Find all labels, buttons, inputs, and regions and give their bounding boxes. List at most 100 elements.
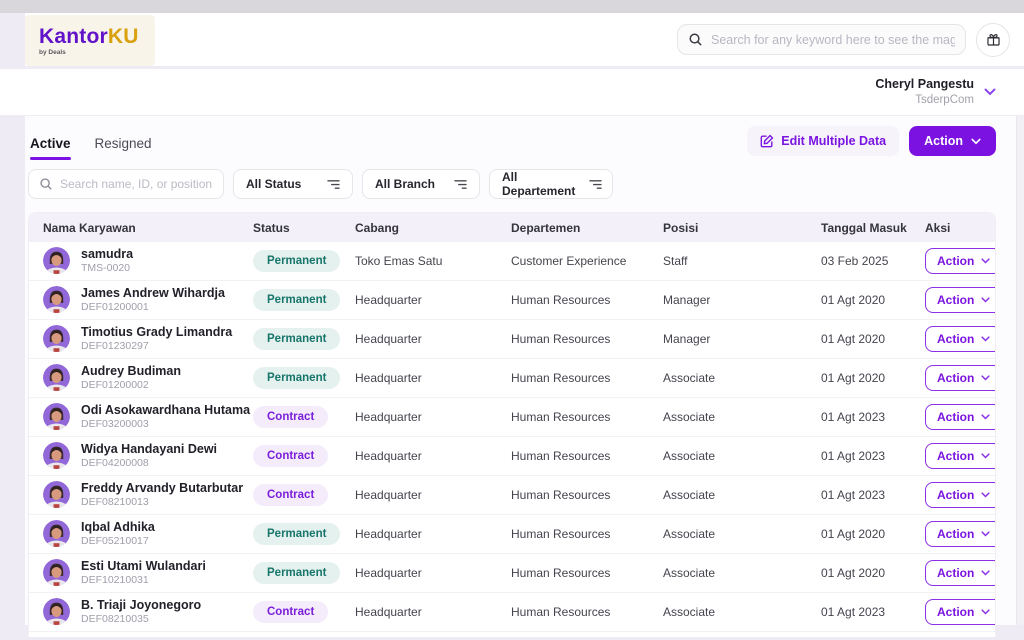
- brand-logo[interactable]: KantorKU by Deals: [25, 15, 155, 66]
- position-cell: Associate: [661, 410, 819, 424]
- table-search[interactable]: [28, 169, 224, 199]
- department-cell: Human Resources: [509, 527, 661, 541]
- chevron-down-icon: [981, 414, 990, 420]
- filter-row: All Status All Branch All Departement: [25, 160, 1024, 199]
- global-search[interactable]: [677, 24, 966, 55]
- row-action-label: Action: [937, 527, 974, 541]
- table-row: Esti Utami Wulandari DEF10210031 Permane…: [29, 554, 995, 593]
- branch-cell: Headquarter: [353, 527, 509, 541]
- join-date-cell: 01 Agt 2023: [819, 605, 923, 619]
- join-date-cell: 01 Agt 2023: [819, 410, 923, 424]
- employee-avatar: [43, 520, 70, 547]
- row-action-button[interactable]: Action: [925, 404, 996, 430]
- join-date-cell: 01 Agt 2023: [819, 488, 923, 502]
- employee-avatar: [43, 559, 70, 586]
- status-badge: Contract: [253, 445, 328, 467]
- department-cell: Human Resources: [509, 488, 661, 502]
- row-action-button[interactable]: Action: [925, 560, 996, 586]
- department-cell: Human Resources: [509, 605, 661, 619]
- row-action-label: Action: [937, 293, 974, 307]
- row-action-label: Action: [937, 410, 974, 424]
- table-body: samudra TMS-0020 Permanent Toko Emas Sat…: [29, 242, 995, 632]
- status-filter-dropdown[interactable]: All Status: [233, 169, 353, 199]
- row-action-button[interactable]: Action: [925, 365, 996, 391]
- table-row: Timotius Grady Limandra DEF01230297 Perm…: [29, 320, 995, 359]
- main-content: Active Resigned Edit Multiple Data Actio…: [25, 116, 1024, 625]
- branch-cell: Headquarter: [353, 293, 509, 307]
- employee-avatar: [43, 598, 70, 625]
- employee-id: DEF04200008: [81, 457, 217, 471]
- employee-id: DEF01200002: [81, 379, 181, 393]
- table-row: Iqbal Adhika DEF05210017 Permanent Headq…: [29, 515, 995, 554]
- table-row-partial: [29, 632, 995, 637]
- employee-id: TMS-0020: [81, 262, 133, 276]
- row-action-button[interactable]: Action: [925, 599, 996, 625]
- table-search-input[interactable]: [60, 177, 215, 191]
- row-action-label: Action: [937, 566, 974, 580]
- filter-lines-icon: [454, 179, 467, 190]
- department-cell: Human Resources: [509, 332, 661, 346]
- employee-name: Timotius Grady Limandra: [81, 325, 232, 340]
- profile-menu[interactable]: Cheryl Pangestu TsderpCom: [875, 77, 996, 107]
- status-badge: Permanent: [253, 562, 340, 584]
- employee-id: DEF08210035: [81, 613, 201, 627]
- status-badge: Permanent: [253, 289, 340, 311]
- table-row: samudra TMS-0020 Permanent Toko Emas Sat…: [29, 242, 995, 281]
- table-row: Odi Asokawardhana Hutama DEF03200003 Con…: [29, 398, 995, 437]
- position-cell: Associate: [661, 371, 819, 385]
- status-badge: Permanent: [253, 328, 340, 350]
- row-action-button[interactable]: Action: [925, 443, 996, 469]
- employee-name: James Andrew Wihardja: [81, 286, 225, 301]
- global-search-input[interactable]: [711, 33, 955, 47]
- position-cell: Staff: [661, 254, 819, 268]
- employee-name: Esti Utami Wulandari: [81, 559, 206, 574]
- brand-tagline: by Deals: [39, 49, 139, 56]
- row-action-label: Action: [937, 605, 974, 619]
- chevron-down-icon: [981, 336, 990, 342]
- row-action-button[interactable]: Action: [925, 521, 996, 547]
- row-action-button[interactable]: Action: [925, 326, 996, 352]
- employee-id: DEF03200003: [81, 418, 250, 432]
- table-header-row: Nama Karyawan Status Cabang Departemen P…: [29, 213, 995, 242]
- tab-active[interactable]: Active: [30, 136, 71, 160]
- row-action-label: Action: [937, 488, 974, 502]
- window-top-strip: [0, 0, 1024, 13]
- column-header-departemen: Departemen: [509, 221, 661, 235]
- department-cell: Customer Experience: [509, 254, 661, 268]
- profile-company: TsderpCom: [875, 93, 974, 107]
- row-action-button[interactable]: Action: [925, 482, 996, 508]
- row-action-label: Action: [937, 254, 974, 268]
- chevron-down-icon: [981, 609, 990, 615]
- chevron-down-icon: [981, 258, 990, 264]
- employee-name: B. Triaji Joyonegoro: [81, 598, 201, 613]
- position-cell: Associate: [661, 527, 819, 541]
- employee-avatar: [43, 286, 70, 313]
- topbar: KantorKU by Deals: [25, 13, 1024, 66]
- row-action-button[interactable]: Action: [925, 287, 996, 313]
- scrollbar[interactable]: [1016, 116, 1024, 625]
- row-action-button[interactable]: Action: [925, 248, 996, 274]
- table-row: B. Triaji Joyonegoro DEF08210035 Contrac…: [29, 593, 995, 632]
- branch-cell: Headquarter: [353, 605, 509, 619]
- tab-resigned[interactable]: Resigned: [95, 136, 152, 160]
- department-filter-dropdown[interactable]: All Departement: [489, 169, 613, 199]
- chevron-down-icon: [981, 531, 990, 537]
- position-cell: Associate: [661, 488, 819, 502]
- employee-avatar: [43, 364, 70, 391]
- department-cell: Human Resources: [509, 293, 661, 307]
- edit-multiple-data-button[interactable]: Edit Multiple Data: [747, 126, 899, 156]
- chevron-down-icon: [981, 375, 990, 381]
- position-cell: Manager: [661, 293, 819, 307]
- employee-avatar: [43, 325, 70, 352]
- bulk-action-button[interactable]: Action: [909, 126, 996, 156]
- employee-name: samudra: [81, 247, 133, 262]
- department-filter-label: All Departement: [502, 170, 575, 198]
- join-date-cell: 01 Agt 2020: [819, 332, 923, 346]
- gift-button[interactable]: [976, 23, 1010, 57]
- branch-filter-dropdown[interactable]: All Branch: [362, 169, 480, 199]
- join-date-cell: 01 Agt 2023: [819, 449, 923, 463]
- column-header-aksi: Aksi: [923, 221, 995, 235]
- employee-avatar: [43, 247, 70, 274]
- employee-id: DEF01230297: [81, 340, 232, 354]
- employee-name: Freddy Arvandy Butarbutar: [81, 481, 243, 496]
